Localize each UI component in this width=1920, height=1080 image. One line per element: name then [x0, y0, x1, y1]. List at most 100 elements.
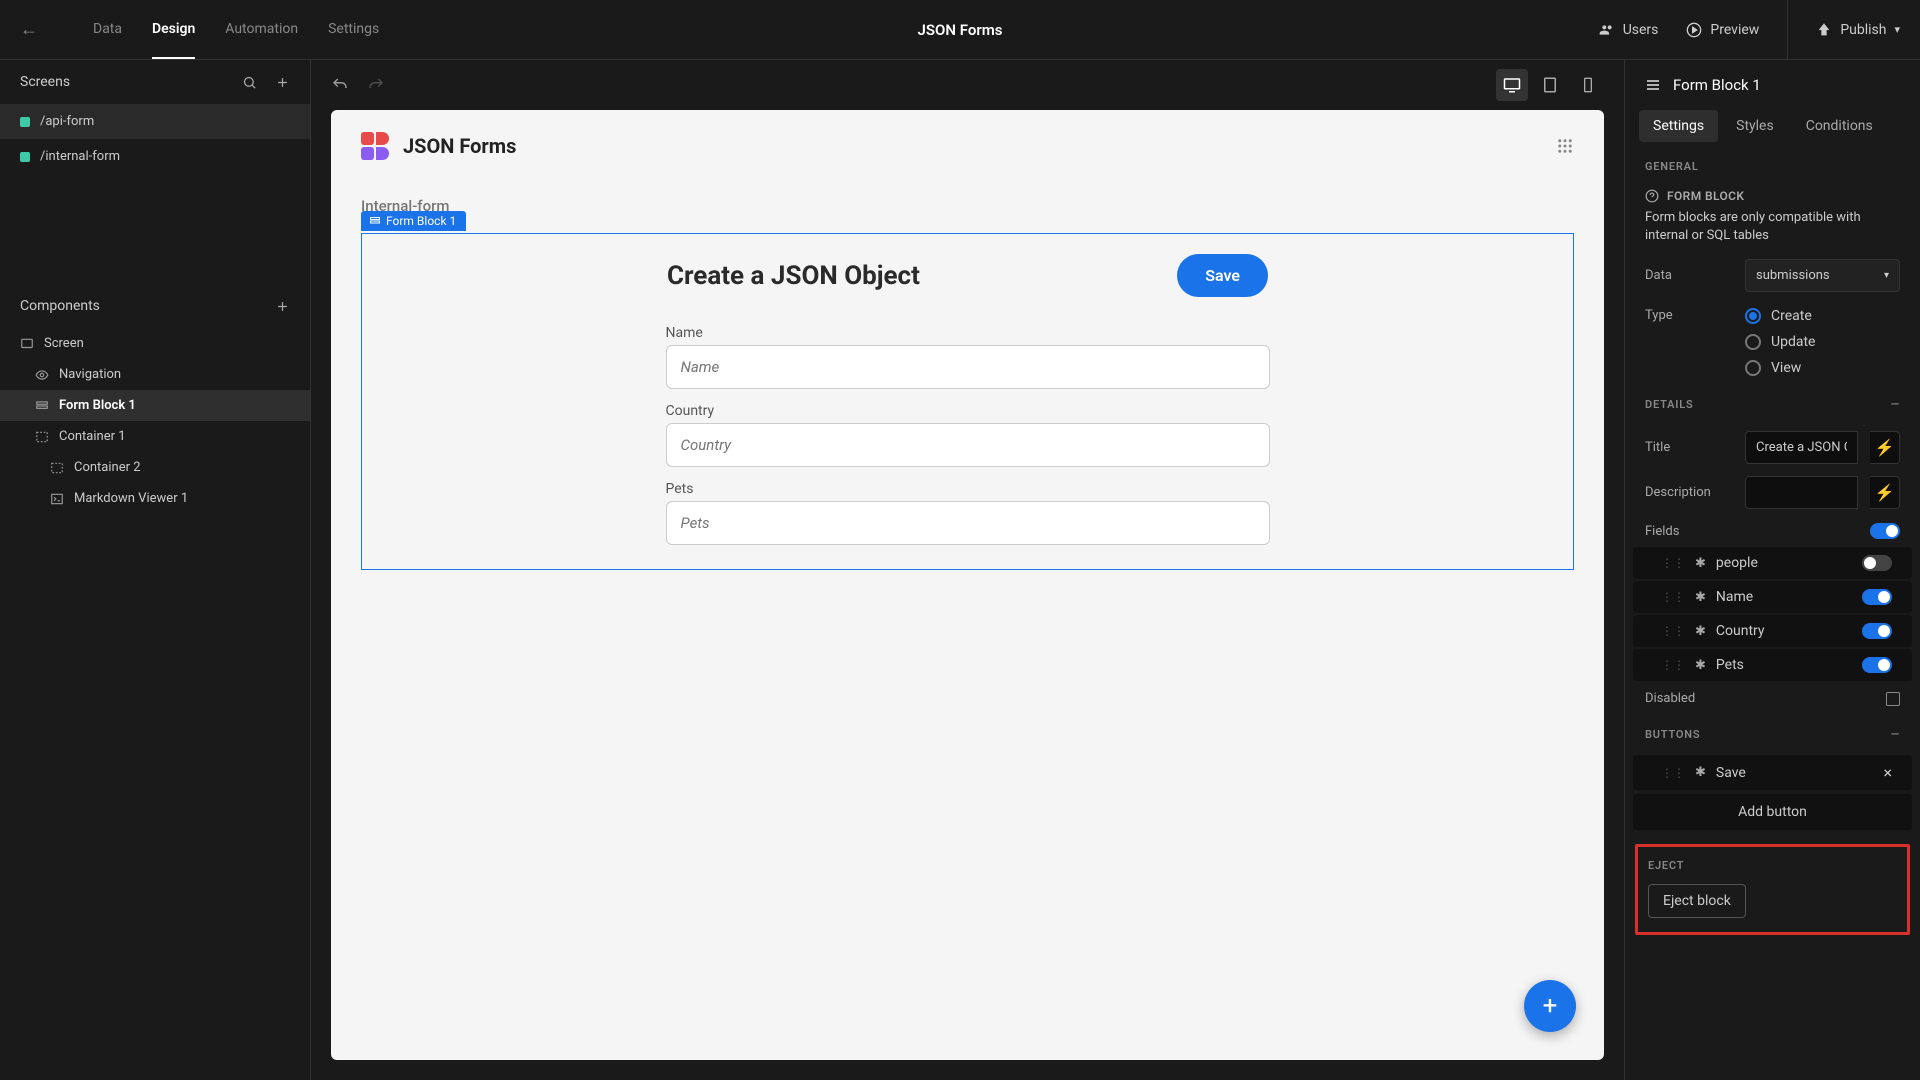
- add-component-icon[interactable]: [275, 299, 290, 314]
- comp-navigation[interactable]: Navigation: [0, 359, 310, 390]
- type-row: Type Create Update View: [1625, 300, 1920, 384]
- name-input[interactable]: [666, 345, 1270, 389]
- comp-label: Navigation: [59, 367, 121, 382]
- country-label: Country: [666, 403, 1270, 419]
- remove-icon[interactable]: ×: [1883, 763, 1892, 782]
- details-header[interactable]: DETAILS —: [1625, 384, 1920, 425]
- gear-icon[interactable]: ✱: [1695, 590, 1706, 605]
- nav-automation[interactable]: Automation: [225, 1, 298, 59]
- description-input[interactable]: [1745, 476, 1858, 509]
- field-name: Country: [1716, 623, 1765, 639]
- top-bar-left: ← Data Design Automation Settings: [20, 1, 379, 59]
- field-toggle-row[interactable]: ⋮⋮ ✱ Pets: [1633, 649, 1912, 681]
- title-input[interactable]: [1745, 431, 1858, 464]
- info-text: Form blocks are only compatible with int…: [1645, 209, 1900, 245]
- add-screen-icon[interactable]: [275, 75, 290, 90]
- gear-icon[interactable]: ✱: [1695, 765, 1706, 780]
- field-toggle[interactable]: [1862, 555, 1892, 571]
- preview-label: Preview: [1710, 22, 1759, 38]
- bolt-icon[interactable]: ⚡: [1870, 431, 1900, 464]
- pets-input[interactable]: [666, 501, 1270, 545]
- publish-action[interactable]: Publish ▾: [1787, 0, 1900, 60]
- type-label: Type: [1645, 308, 1733, 323]
- page-title: JSON Forms: [918, 21, 1003, 39]
- radio-update[interactable]: Update: [1745, 334, 1900, 350]
- rocket-icon: [1816, 22, 1832, 38]
- components-title: Components: [20, 298, 100, 314]
- comp-markdown-viewer[interactable]: Markdown Viewer 1: [0, 483, 310, 514]
- chevron-down-icon: ▾: [1884, 270, 1889, 281]
- form-block[interactable]: Create a JSON Object Save Name Country P…: [361, 233, 1574, 570]
- preview-action[interactable]: Preview: [1686, 22, 1759, 38]
- field-toggle[interactable]: [1862, 623, 1892, 639]
- save-button[interactable]: Save: [1177, 254, 1268, 297]
- top-nav: Data Design Automation Settings: [93, 1, 379, 59]
- comp-form-block[interactable]: Form Block 1: [0, 390, 310, 421]
- screen-label: /internal-form: [40, 149, 120, 164]
- redo-icon[interactable]: [367, 76, 385, 94]
- radio-icon: [1745, 308, 1761, 324]
- screen-item-api-form[interactable]: /api-form: [0, 104, 310, 139]
- radio-create[interactable]: Create: [1745, 308, 1900, 324]
- button-label: Save: [1716, 765, 1746, 781]
- users-action[interactable]: Users: [1599, 22, 1659, 38]
- drag-handle-icon[interactable]: ⋮⋮: [1661, 590, 1685, 604]
- field-toggle-row[interactable]: ⋮⋮ ✱ people: [1633, 547, 1912, 579]
- field-toggle[interactable]: [1862, 657, 1892, 673]
- field-toggle-row[interactable]: ⋮⋮ ✱ Country: [1633, 615, 1912, 647]
- radio-view[interactable]: View: [1745, 360, 1900, 376]
- comp-screen[interactable]: Screen: [0, 328, 310, 359]
- buttons-header[interactable]: BUTTONS —: [1625, 714, 1920, 755]
- country-input[interactable]: [666, 423, 1270, 467]
- components-header-icons: [275, 299, 290, 314]
- drag-handle-icon[interactable]: ⋮⋮: [1661, 658, 1685, 672]
- drag-handle-icon[interactable]: ⋮⋮: [1661, 556, 1685, 570]
- field-toggle-row[interactable]: ⋮⋮ ✱ Name: [1633, 581, 1912, 613]
- right-panel: Form Block 1 Settings Styles Conditions …: [1624, 60, 1920, 1080]
- drag-handle-icon[interactable]: ⋮⋮: [1661, 624, 1685, 638]
- tab-settings[interactable]: Settings: [1639, 110, 1718, 142]
- form-block-info: FORM BLOCK Form blocks are only compatib…: [1645, 189, 1900, 245]
- app-header: JSON Forms: [331, 110, 1604, 183]
- radio-icon: [1745, 334, 1761, 350]
- undo-icon[interactable]: [331, 76, 349, 94]
- hamburger-icon[interactable]: [1645, 77, 1661, 93]
- right-panel-tabs: Settings Styles Conditions: [1625, 110, 1920, 142]
- device-desktop-icon[interactable]: [1496, 69, 1528, 101]
- device-mobile-icon[interactable]: [1572, 69, 1604, 101]
- gear-icon[interactable]: ✱: [1695, 658, 1706, 673]
- disabled-checkbox[interactable]: [1886, 692, 1900, 706]
- search-icon[interactable]: [242, 75, 257, 90]
- screen-dot-icon: [20, 117, 30, 127]
- gear-icon[interactable]: ✱: [1695, 556, 1706, 571]
- comp-container-1[interactable]: Container 1: [0, 421, 310, 452]
- tab-styles[interactable]: Styles: [1722, 110, 1788, 142]
- data-select[interactable]: submissions ▾: [1745, 259, 1900, 292]
- form-block-wrapper: Form Block 1 Create a JSON Object Save N…: [361, 233, 1574, 570]
- drag-handle-icon[interactable]: ⋮⋮: [1661, 766, 1685, 780]
- bolt-icon[interactable]: ⚡: [1870, 476, 1900, 509]
- disabled-label: Disabled: [1645, 691, 1874, 706]
- nav-data[interactable]: Data: [93, 1, 122, 59]
- gear-icon[interactable]: ✱: [1695, 624, 1706, 639]
- screen-item-internal-form[interactable]: /internal-form: [0, 139, 310, 174]
- field-toggle[interactable]: [1862, 589, 1892, 605]
- eject-block-button[interactable]: Eject block: [1648, 884, 1746, 918]
- fab-add-button[interactable]: +: [1524, 980, 1576, 1032]
- fields-master-toggle[interactable]: [1870, 523, 1900, 539]
- grid-menu-icon[interactable]: [1556, 137, 1574, 155]
- play-icon: [1686, 22, 1702, 38]
- tab-conditions[interactable]: Conditions: [1792, 110, 1887, 142]
- back-arrow-icon[interactable]: ←: [20, 19, 38, 40]
- device-tablet-icon[interactable]: [1534, 69, 1566, 101]
- canvas-viewport: JSON Forms Internal-form Form Block 1: [311, 110, 1624, 1080]
- nav-settings[interactable]: Settings: [328, 1, 379, 59]
- nav-design[interactable]: Design: [152, 1, 195, 59]
- add-button[interactable]: Add button: [1633, 794, 1912, 830]
- publish-label: Publish: [1840, 22, 1886, 38]
- comp-container-2[interactable]: Container 2: [0, 452, 310, 483]
- components-header: Components: [0, 284, 310, 328]
- form-block-tag[interactable]: Form Block 1: [361, 211, 466, 231]
- field-name: Name: [1716, 589, 1753, 605]
- button-item-save[interactable]: ⋮⋮ ✱ Save ×: [1633, 755, 1912, 790]
